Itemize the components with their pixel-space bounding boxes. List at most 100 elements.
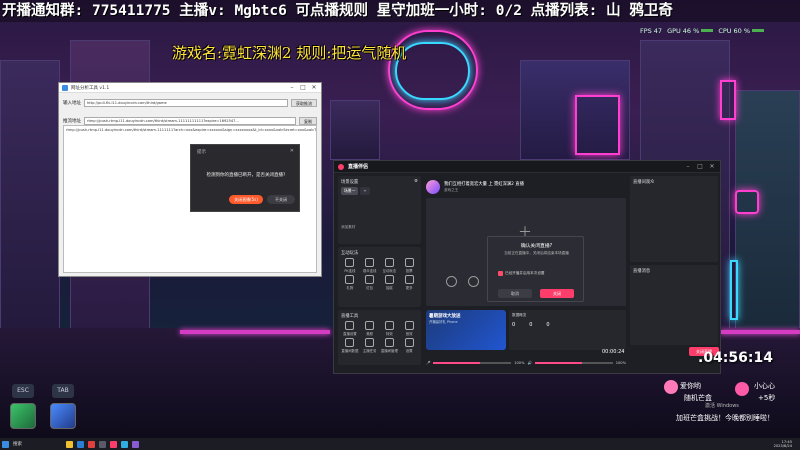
url-input[interactable]: http://pull-flv-l11.douyincdn.com/third/… (84, 99, 288, 107)
tool-item[interactable]: 抽奖 (381, 275, 399, 290)
fetch-button[interactable]: 获取推流 (291, 99, 317, 107)
gift-bonus: +5秒 (758, 394, 776, 402)
gpu-bar (701, 29, 714, 32)
interaction-panel: 互动玩法 PK连线 观众连线 互动玩法 投票 礼物 红包 抽奖 更多 (338, 247, 421, 307)
tool-item[interactable]: 观众连线 (361, 258, 379, 273)
dialog-message: 当前正在直播中，关闭后将结束本场直播 (504, 251, 569, 255)
app-title: 直播伴侣 (348, 164, 369, 170)
neon-badge (735, 190, 759, 214)
search-box[interactable]: 搜索 (13, 441, 22, 447)
stats-label: 数据概览 (512, 313, 527, 317)
taskbar-date: 2023/8/24 (773, 444, 792, 448)
floor-neon (180, 330, 330, 334)
tab-scene-1[interactable]: 场景一 (341, 187, 359, 195)
tool-item[interactable]: 直播设置 (341, 321, 359, 336)
dialog-title: 提示 (197, 150, 206, 155)
gift-icon (664, 380, 678, 394)
close-icon[interactable]: ✕ (310, 84, 318, 92)
camera-icon[interactable] (446, 276, 457, 287)
tool-item[interactable]: 投票 (400, 258, 418, 273)
neon-screen (575, 95, 620, 155)
app-icon[interactable] (132, 440, 139, 448)
audio-controls: 🎤 100% 🔊 100% (426, 356, 626, 370)
copy-button[interactable]: 复制 (299, 117, 317, 125)
mic-icon[interactable]: 🎤 (426, 361, 430, 365)
audience-panel: 直播间观众 (630, 176, 718, 262)
speaker-icon[interactable]: 🔊 (528, 361, 532, 365)
cpu-label: CPU (718, 26, 732, 35)
taskbar-clock[interactable]: 17:45 2023/8/24 (774, 440, 798, 448)
close-stream-button[interactable]: 关闭直播(5s) (229, 195, 263, 204)
tool-item[interactable]: 直播间数据 (341, 338, 359, 353)
maximize-icon[interactable]: □ (696, 163, 704, 171)
tool-item[interactable]: 礼物 (341, 275, 359, 290)
live-duration: 00:00:24 (602, 349, 625, 355)
game-icon (384, 258, 394, 267)
confirm-close-button[interactable]: 关闭 (540, 289, 574, 298)
tool-item[interactable]: 特效 (381, 321, 399, 336)
tool-item[interactable]: PK连线 (341, 258, 359, 273)
close-icon[interactable]: ✕ (290, 148, 294, 154)
pk-icon (345, 258, 355, 267)
minimize-icon[interactable]: – (288, 84, 296, 92)
stream-category: 游戏之王 (444, 188, 459, 192)
stream-timer: .04:56:14 (698, 350, 773, 366)
add-source-link[interactable]: 添加素材 (341, 225, 418, 230)
performance-overlay: FPS 47 GPU 46 % CPU 60 % (640, 24, 800, 37)
tool-item[interactable]: 主播任务 (361, 338, 379, 353)
game-building (0, 60, 60, 330)
push-url-field[interactable]: rtmp://push-rtmp-l11.douyincdn.com/third… (84, 117, 296, 125)
tool-item[interactable]: 设置 (400, 338, 418, 353)
settings-icon[interactable]: ⚙ (414, 179, 418, 185)
minimize-icon[interactable]: – (684, 163, 692, 171)
windows-start-icon[interactable] (2, 440, 9, 448)
app-icon (62, 84, 68, 91)
cpu-value: 60 % (733, 26, 751, 35)
tool-item[interactable]: 互动玩法 (381, 258, 399, 273)
promo-banner[interactable]: 暑期游戏大放送 开播赢好礼 Phone (426, 310, 506, 350)
beauty-icon (365, 321, 375, 330)
app-logo-icon (338, 163, 344, 170)
tab-key: TAB (52, 384, 74, 398)
keep-stream-button[interactable]: 不关闭 (267, 195, 295, 204)
windows-activation-watermark: 激活 Windows (705, 403, 739, 409)
mic-volume-slider[interactable] (433, 362, 512, 364)
file-explorer-icon[interactable] (66, 440, 73, 448)
gift-icon (345, 275, 355, 284)
esc-key: ESC (12, 384, 34, 398)
stat-value: 0 (546, 322, 550, 328)
avatar[interactable] (426, 180, 440, 194)
tool-item[interactable]: 红包 (361, 275, 379, 290)
gift-label: 爱你哟 (680, 382, 701, 390)
close-icon[interactable]: ✕ (708, 163, 716, 171)
steam-icon[interactable] (99, 440, 106, 448)
live-tools-panel: 直播工具 直播设置 美颜 特效 音效 直播间数据 主播任务 直播间管理 设置 (338, 310, 421, 365)
cancel-button[interactable]: 取消 (498, 289, 532, 298)
edge-icon[interactable] (77, 440, 84, 448)
remember-checkbox[interactable]: 已经开播并启用本次设置 (498, 271, 545, 276)
redpacket-icon (365, 275, 375, 284)
scene-panel: 场景设置 ⚙ 场景一 + 添加素材 (338, 176, 421, 244)
tool-item[interactable]: 美颜 (361, 321, 379, 336)
game-source-icon[interactable] (468, 276, 479, 287)
tool-item[interactable]: 更多 (400, 275, 418, 290)
live-app-taskbar-icon[interactable] (110, 440, 117, 448)
disconnect-dialog: 提示 ✕ 检测到你的直播已断开，是否关闭直播? 关闭直播(5s) 不关闭 (190, 144, 300, 212)
add-scene-tab[interactable]: + (360, 187, 370, 195)
live-companion-window: 直播伴侣 – □ ✕ 场景设置 ⚙ 场景一 + 添加素材 互动玩法 PK连线 观众… (333, 160, 721, 374)
app-icon[interactable] (121, 440, 128, 448)
floor-neon (720, 330, 800, 334)
game-rule-subtitle: 游戏名:霓虹深渊2 规则:把运气随机 (172, 44, 407, 62)
tool-item[interactable]: 直播间管理 (381, 338, 399, 353)
app-icon[interactable] (88, 440, 95, 448)
maximize-icon[interactable]: □ (299, 84, 307, 92)
stream-title[interactable]: 我们互相打着宽宏大量 上 霓虹深渊2 直播 (444, 181, 524, 187)
fps-label: FPS (640, 26, 652, 35)
vote-icon (404, 258, 414, 267)
confirm-close-dialog: 确认关闭直播? 当前正在直播中，关闭后将结束本场直播 已经开播并启用本次设置 取… (487, 236, 584, 302)
input-row: 输入地址 http://pull-flv-l11.douyincdn.com/t… (59, 97, 321, 109)
neon-pillar (730, 260, 738, 320)
tool-item[interactable]: 音效 (400, 321, 418, 336)
settings-icon (345, 321, 355, 330)
speaker-volume-slider[interactable] (534, 362, 613, 364)
